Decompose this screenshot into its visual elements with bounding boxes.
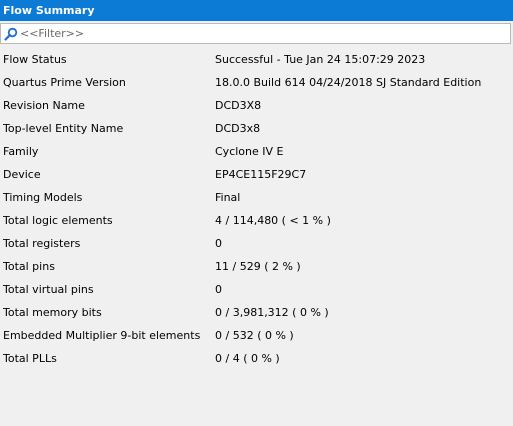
row-value: Cyclone IV E <box>215 145 284 158</box>
row-value: 18.0.0 Build 614 04/24/2018 SJ Standard … <box>215 76 482 89</box>
row-label: Total PLLs <box>3 352 57 365</box>
table-row[interactable]: Family Cyclone IV E <box>0 141 513 164</box>
table-row[interactable]: Total virtual pins 0 <box>0 279 513 302</box>
table-row[interactable]: Total logic elements 4 / 114,480 ( < 1 %… <box>0 210 513 233</box>
row-value: 4 / 114,480 ( < 1 % ) <box>215 214 331 227</box>
row-label: Revision Name <box>3 99 85 112</box>
table-row[interactable]: Quartus Prime Version 18.0.0 Build 614 0… <box>0 72 513 95</box>
table-row[interactable]: Total memory bits 0 / 3,981,312 ( 0 % ) <box>0 302 513 325</box>
table-row[interactable]: Embedded Multiplier 9-bit elements 0 / 5… <box>0 325 513 348</box>
row-label: Top-level Entity Name <box>3 122 124 135</box>
row-value: DCD3X8 <box>215 99 262 112</box>
table-row[interactable]: Top-level Entity Name DCD3x8 <box>0 118 513 141</box>
row-value: EP4CE115F29C7 <box>215 168 307 181</box>
row-label: Flow Status <box>3 53 67 66</box>
row-label: Total registers <box>3 237 81 250</box>
row-label: Total memory bits <box>3 306 102 319</box>
row-label: Total virtual pins <box>3 283 94 296</box>
row-value: 0 / 3,981,312 ( 0 % ) <box>215 306 329 319</box>
row-label: Total logic elements <box>3 214 113 227</box>
filter-input[interactable] <box>20 25 500 42</box>
row-value: Successful - Tue Jan 24 15:07:29 2023 <box>215 53 426 66</box>
row-value: Final <box>215 191 241 204</box>
table-row[interactable]: Total registers 0 <box>0 233 513 256</box>
table-row[interactable]: Total PLLs 0 / 4 ( 0 % ) <box>0 348 513 371</box>
row-label: Timing Models <box>3 191 83 204</box>
row-value: 0 / 4 ( 0 % ) <box>215 352 280 365</box>
search-icon[interactable] <box>4 27 18 41</box>
row-label: Family <box>3 145 39 158</box>
table-row[interactable]: Device EP4CE115F29C7 <box>0 164 513 187</box>
panel-title: Flow Summary <box>0 0 513 21</box>
row-value: 0 <box>215 237 222 250</box>
row-label: Embedded Multiplier 9-bit elements <box>3 329 201 342</box>
table-row[interactable]: Revision Name DCD3X8 <box>0 95 513 118</box>
row-value: DCD3x8 <box>215 122 261 135</box>
row-value: 0 <box>215 283 222 296</box>
table-row[interactable]: Flow Status Successful - Tue Jan 24 15:0… <box>0 49 513 72</box>
filter-bar <box>0 23 511 44</box>
summary-table: Flow Status Successful - Tue Jan 24 15:0… <box>0 49 513 371</box>
row-label: Total pins <box>3 260 55 273</box>
row-label: Quartus Prime Version <box>3 76 126 89</box>
table-row[interactable]: Timing Models Final <box>0 187 513 210</box>
table-row[interactable]: Total pins 11 / 529 ( 2 % ) <box>0 256 513 279</box>
row-value: 0 / 532 ( 0 % ) <box>215 329 294 342</box>
row-label: Device <box>3 168 41 181</box>
row-value: 11 / 529 ( 2 % ) <box>215 260 301 273</box>
